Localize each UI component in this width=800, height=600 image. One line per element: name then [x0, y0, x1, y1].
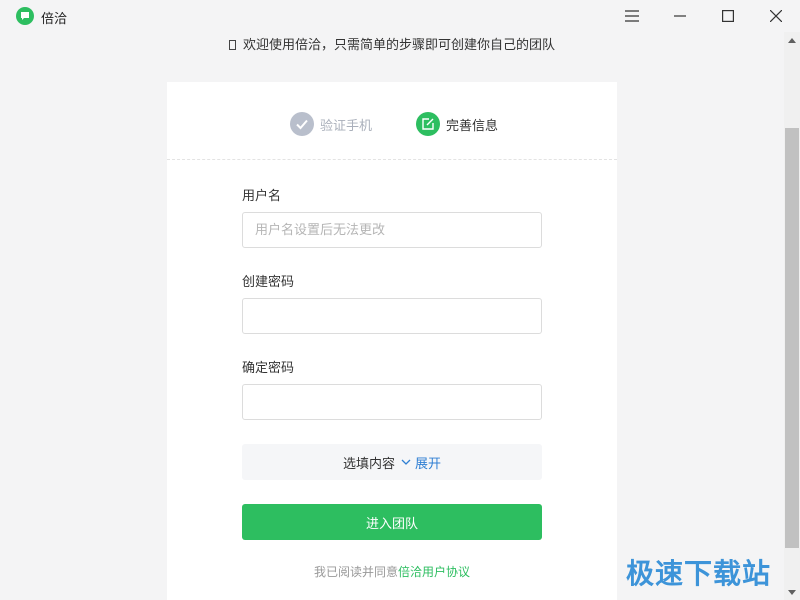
welcome-text: 欢迎使用倍洽，只需简单的步骤即可创建你自己的团队 [242, 38, 555, 53]
close-button[interactable] [752, 0, 800, 32]
triangle-up-icon [788, 37, 796, 43]
scroll-thumb[interactable] [785, 128, 799, 548]
menu-icon [625, 10, 639, 22]
agreement-prefix: 我已阅读并同意 [313, 565, 398, 579]
scroll-up-button[interactable] [784, 32, 800, 48]
close-icon [770, 10, 782, 22]
window-title: 倍洽 [41, 12, 68, 27]
vertical-scrollbar[interactable] [784, 32, 800, 600]
password-label: 创建密码 [242, 275, 295, 290]
optional-content-toggle[interactable]: 选填内容 展开 [242, 444, 542, 480]
triangle-down-icon [788, 589, 796, 595]
welcome-banner: 欢迎使用倍洽，只需简单的步骤即可创建你自己的团队 [0, 34, 784, 53]
scroll-down-button[interactable] [784, 584, 800, 600]
step-label: 验证手机 [320, 118, 373, 134]
optional-label: 选填内容 [342, 456, 395, 472]
minimize-icon [674, 15, 686, 17]
title-bar: 倍洽 [0, 0, 800, 32]
username-label: 用户名 [242, 189, 282, 204]
chevron-down-icon [401, 459, 411, 466]
expand-link[interactable]: 展开 [415, 453, 441, 472]
missing-glyph-icon [228, 40, 236, 50]
confirm-password-label: 确定密码 [242, 361, 295, 376]
step-label: 完善信息 [446, 118, 499, 134]
edit-icon [416, 112, 440, 136]
menu-button[interactable] [608, 0, 656, 32]
enter-team-button[interactable]: 进入团队 [242, 504, 542, 540]
step-complete-info: 完善信息 [416, 111, 498, 137]
watermark-text: 极速下载站 [626, 557, 772, 590]
maximize-button[interactable] [704, 0, 752, 32]
username-input[interactable] [242, 212, 542, 248]
password-input[interactable] [242, 298, 542, 334]
step-verify-phone: 验证手机 [290, 111, 372, 137]
minimize-button[interactable] [656, 0, 704, 32]
maximize-icon [722, 10, 734, 22]
registration-card: 验证手机 完善信息 用户名 创建密码 确定密码 选填内容 展开 进入团队 我已阅… [167, 82, 617, 600]
chat-bubble-logo-icon [16, 7, 34, 25]
step-indicator: 验证手机 完善信息 [167, 82, 617, 160]
agreement-text: 我已阅读并同意倍洽用户协议 [167, 563, 617, 580]
check-icon [290, 112, 314, 136]
confirm-password-input[interactable] [242, 384, 542, 420]
user-agreement-link[interactable]: 倍洽用户协议 [398, 565, 470, 579]
